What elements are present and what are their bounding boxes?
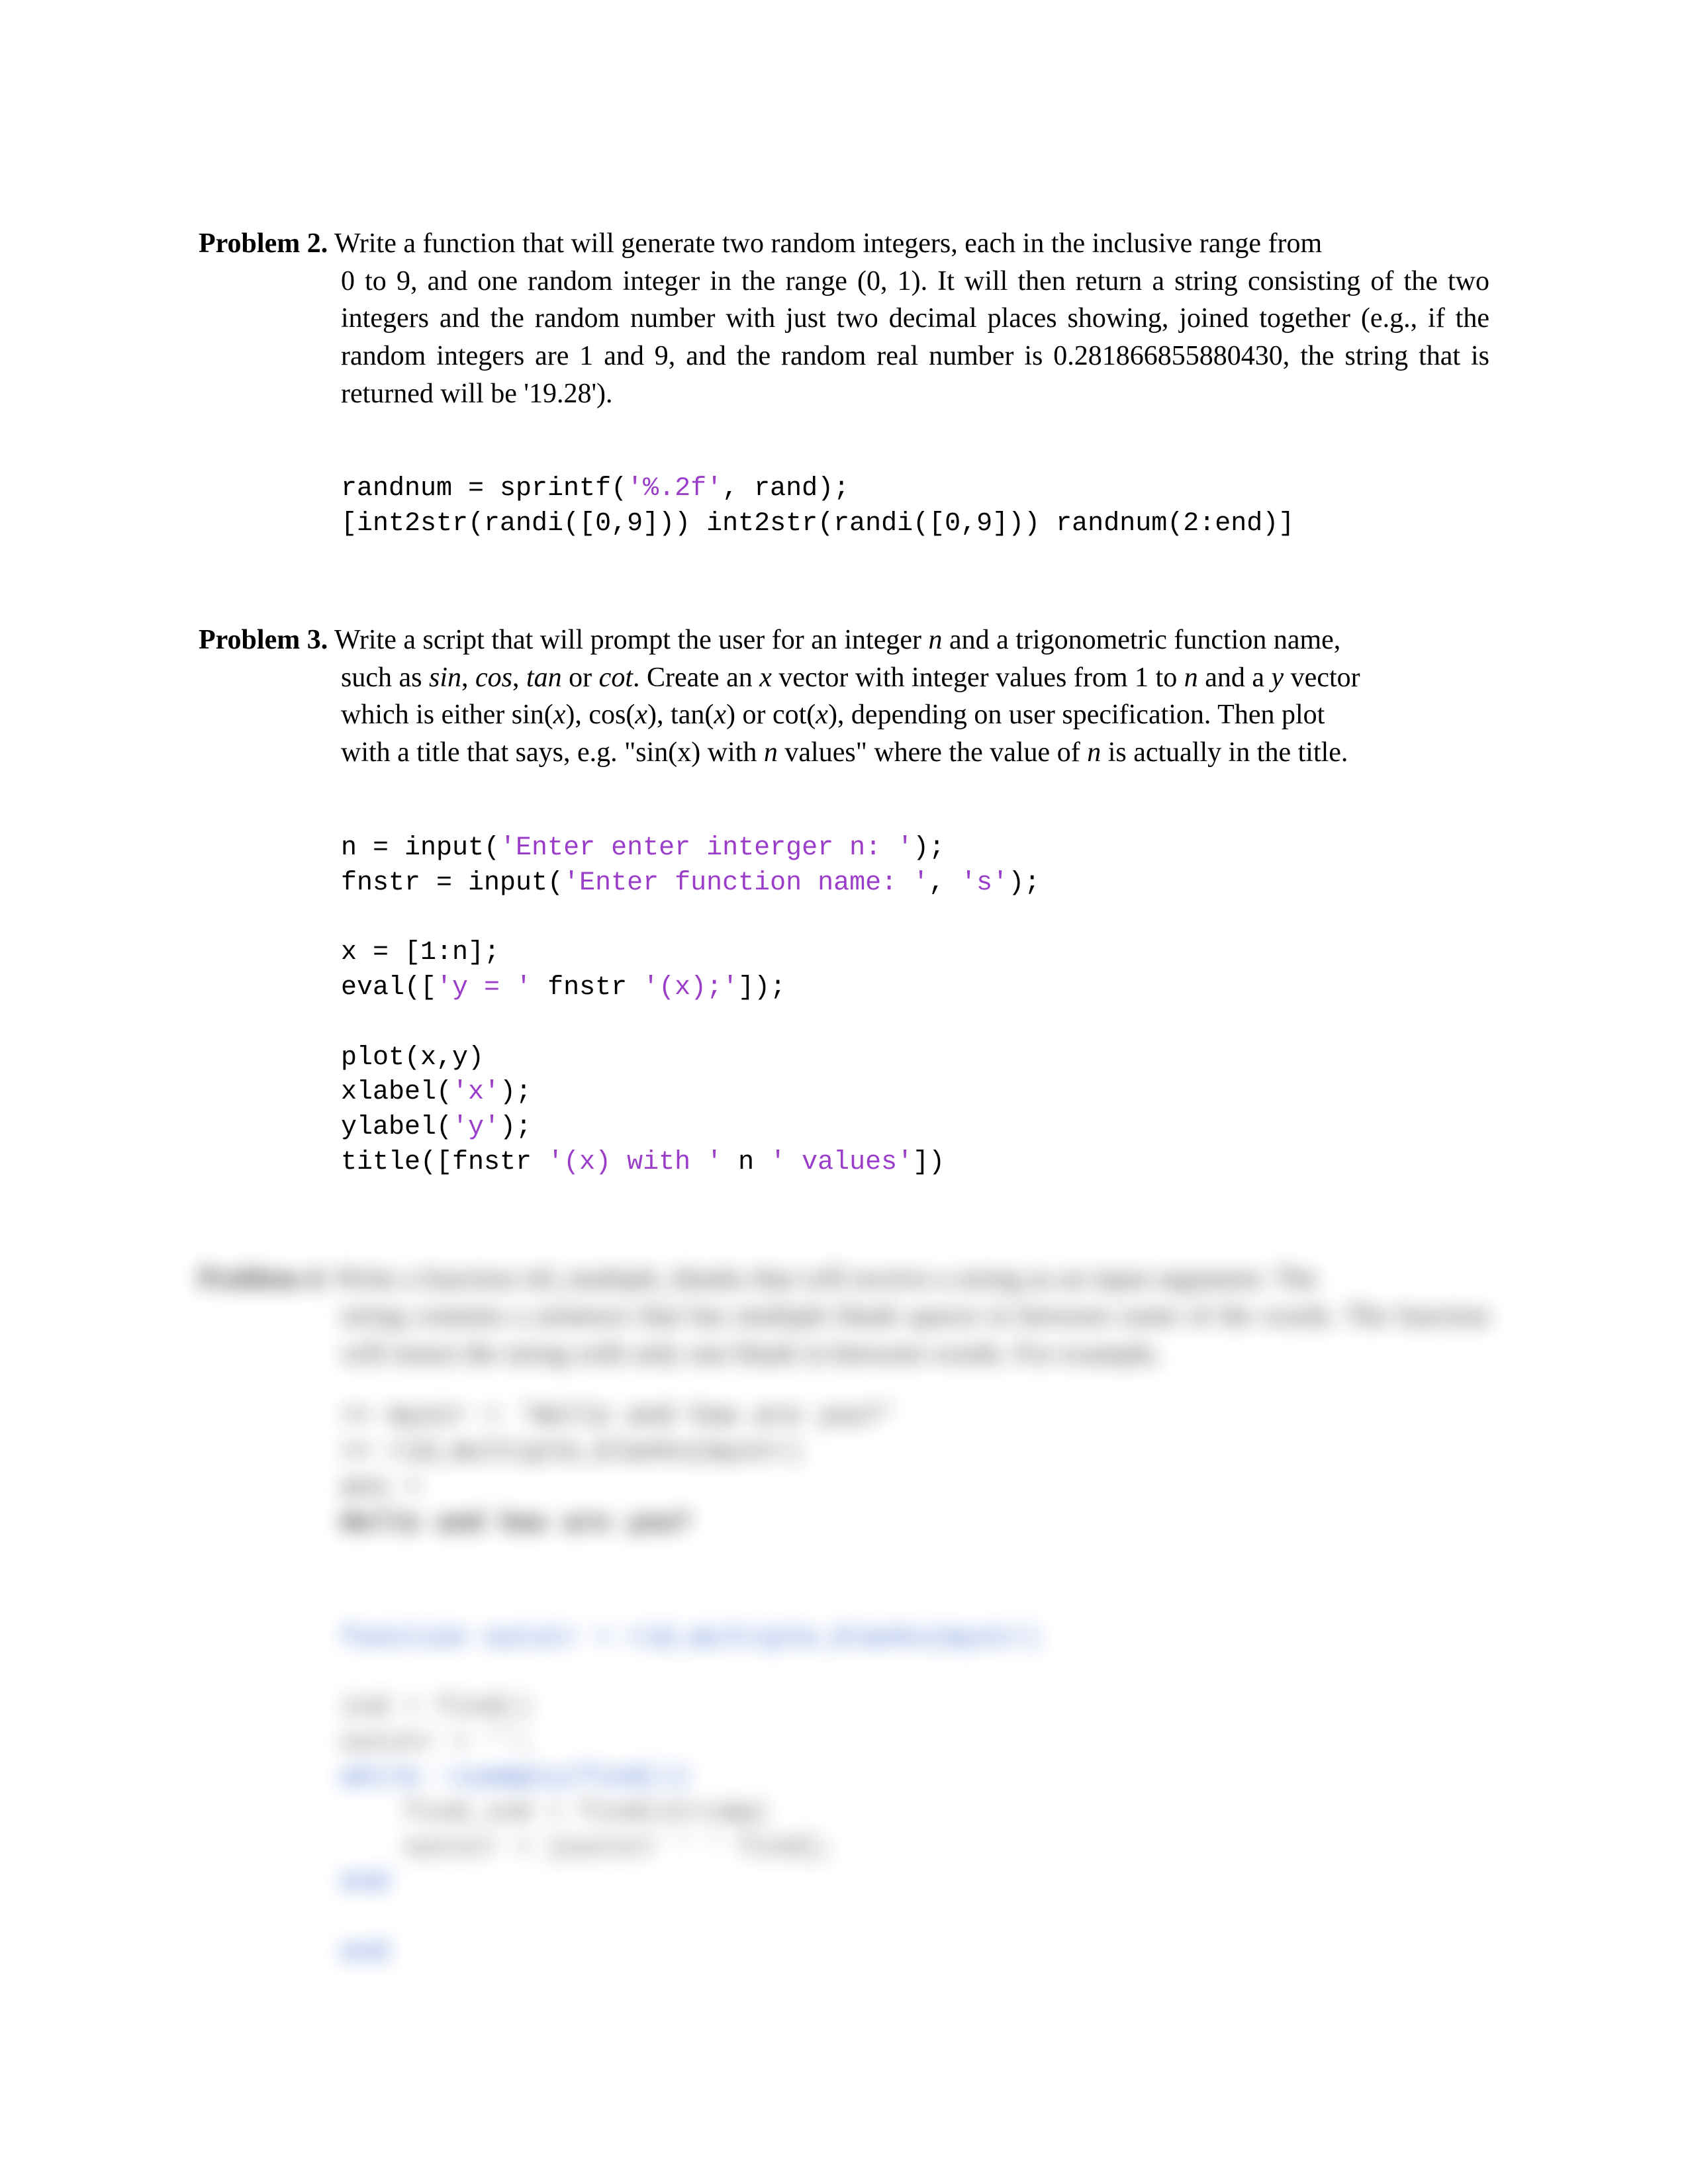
- problem-3-text-l1: Problem 3. Write a script that will prom…: [199, 621, 1489, 659]
- problem-4-example: >> mystr = 'Hello and how are you?' >> r…: [341, 1399, 1489, 1542]
- problem-4: Problem 4. Write a function rid_multiple…: [199, 1260, 1489, 1971]
- problem-3: Problem 3. Write a script that will prom…: [199, 621, 1489, 1181]
- problem-4-label: Problem 4.: [199, 1263, 328, 1294]
- problem-2-text-rest: 0 to 9, and one random integer in the ra…: [199, 263, 1489, 413]
- problem-2-code: randnum = sprintf('%.2f', rand); [int2st…: [341, 472, 1489, 542]
- problem-2-text-line1: Write a function that will generate two …: [328, 228, 1322, 259]
- problem-2: Problem 2. Write a function that will ge…: [199, 225, 1489, 542]
- blurred-preview: Problem 4. Write a function rid_multiple…: [199, 1260, 1489, 1971]
- problem-3-text-l3: which is either sin(x), cos(x), tan(x) o…: [199, 696, 1489, 734]
- problem-3-label: Problem 3.: [199, 625, 328, 655]
- problem-2-text: Problem 2. Write a function that will ge…: [199, 225, 1489, 263]
- problem-4-text-rest: string contains a sentence that has mult…: [199, 1297, 1489, 1372]
- document-page: Problem 2. Write a function that will ge…: [0, 0, 1688, 2184]
- problem-2-label: Problem 2.: [199, 228, 328, 259]
- problem-4-code: function outstr = rid_multiple_blanks(my…: [341, 1621, 1489, 1971]
- problem-3-text-l4: with a title that says, e.g. "sin(x) wit…: [199, 734, 1489, 772]
- problem-4-text: Problem 4. Write a function rid_multiple…: [199, 1260, 1489, 1298]
- problem-3-code: n = input('Enter enter interger n: '); f…: [341, 831, 1489, 1181]
- problem-3-text-l2: such as sin, cos, tan or cot. Create an …: [199, 659, 1489, 697]
